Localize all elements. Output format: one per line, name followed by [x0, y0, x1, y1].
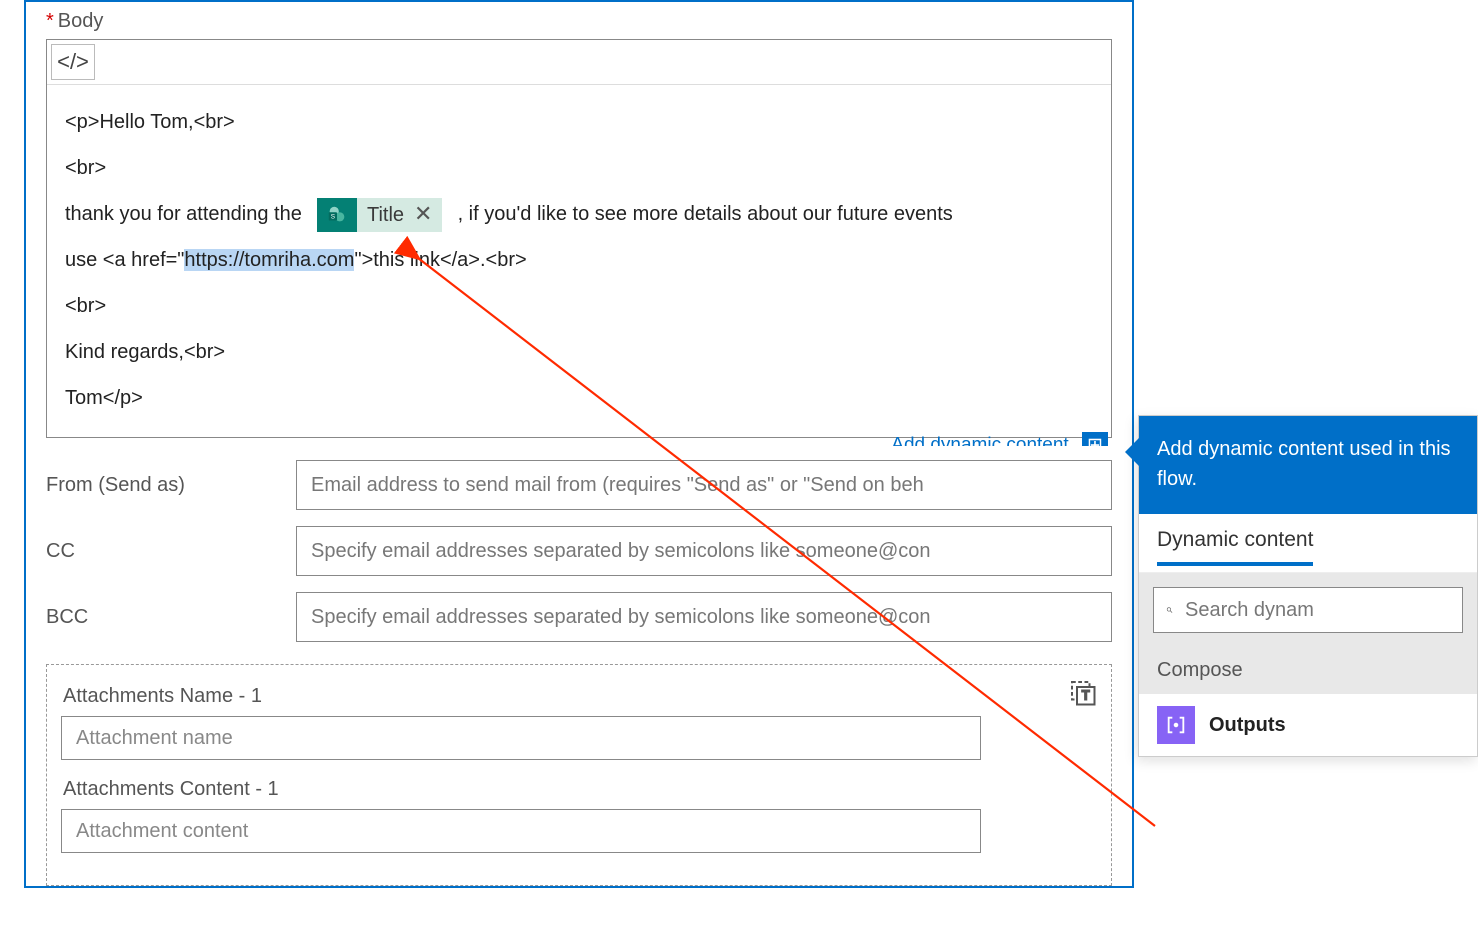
- body-line: ">this link</a>.<br>: [354, 249, 526, 271]
- tab-dynamic-content[interactable]: Dynamic content: [1157, 528, 1313, 566]
- svg-text:S: S: [331, 213, 335, 220]
- body-highlighted-url: https://tomriha.com: [184, 249, 354, 271]
- from-row: From (Send as): [26, 452, 1132, 518]
- dynamic-content-panel: Add dynamic content used in this flow. D…: [1138, 415, 1478, 757]
- panel-section-compose: Compose: [1139, 647, 1477, 694]
- panel-search-wrap: [1139, 573, 1477, 647]
- expand-icon[interactable]: ⊞: [1082, 432, 1108, 446]
- body-content[interactable]: <p>Hello Tom,<br> <br> thank you for att…: [47, 85, 1111, 437]
- body-line: , if you'd like to see more details abou…: [452, 203, 953, 225]
- body-line: Tom</p>: [65, 387, 143, 409]
- token-remove-icon[interactable]: ✕: [414, 189, 442, 240]
- body-line: <p>Hello Tom,<br>: [65, 111, 235, 133]
- cc-input[interactable]: [296, 526, 1112, 576]
- body-editor[interactable]: </> <p>Hello Tom,<br> <br> thank you for…: [46, 39, 1112, 438]
- panel-item-outputs[interactable]: Outputs: [1139, 694, 1477, 756]
- panel-tabs: Dynamic content: [1139, 514, 1477, 573]
- body-line: Kind regards,<br>: [65, 341, 225, 363]
- token-label: Title: [357, 192, 414, 238]
- switch-to-array-icon[interactable]: T: [1067, 677, 1097, 707]
- email-action-card: *Body </> <p>Hello Tom,<br> <br> thank y…: [24, 0, 1134, 888]
- body-line: <br>: [65, 295, 106, 317]
- bcc-label: BCC: [46, 606, 276, 629]
- attachment-content-label: Attachments Content - 1: [63, 778, 1095, 801]
- attachment-name-label: Attachments Name - 1: [63, 685, 1095, 708]
- search-icon: [1166, 599, 1173, 621]
- cc-row: CC: [26, 518, 1132, 584]
- body-line: use <a href=": [65, 249, 184, 271]
- body-line: thank you for attending the: [65, 203, 307, 225]
- panel-pointer: [1125, 438, 1139, 466]
- attachment-content-input[interactable]: [61, 809, 981, 853]
- panel-search-input[interactable]: [1185, 599, 1450, 622]
- panel-search[interactable]: [1153, 587, 1463, 633]
- from-input[interactable]: [296, 460, 1112, 510]
- body-line: <br>: [65, 157, 106, 179]
- body-toolbar: </>: [47, 40, 1111, 85]
- add-dynamic-content-link-clipped[interactable]: Add dynamic content ⊞: [26, 432, 1108, 446]
- body-label: *Body: [26, 2, 1132, 35]
- dynamic-token-title[interactable]: S Title ✕: [317, 198, 442, 232]
- from-label: From (Send as): [46, 474, 276, 497]
- panel-header: Add dynamic content used in this flow.: [1139, 416, 1477, 514]
- attachments-block: T Attachments Name - 1 Attachments Conte…: [46, 664, 1112, 886]
- bcc-input[interactable]: [296, 592, 1112, 642]
- sharepoint-icon: S: [317, 198, 357, 232]
- required-marker: *: [46, 10, 54, 32]
- attachment-name-input[interactable]: [61, 716, 981, 760]
- panel-item-label: Outputs: [1209, 714, 1286, 737]
- compose-icon: [1157, 706, 1195, 744]
- code-view-toggle[interactable]: </>: [51, 44, 95, 80]
- bcc-row: BCC: [26, 584, 1132, 650]
- svg-text:T: T: [1082, 689, 1090, 703]
- cc-label: CC: [46, 540, 276, 563]
